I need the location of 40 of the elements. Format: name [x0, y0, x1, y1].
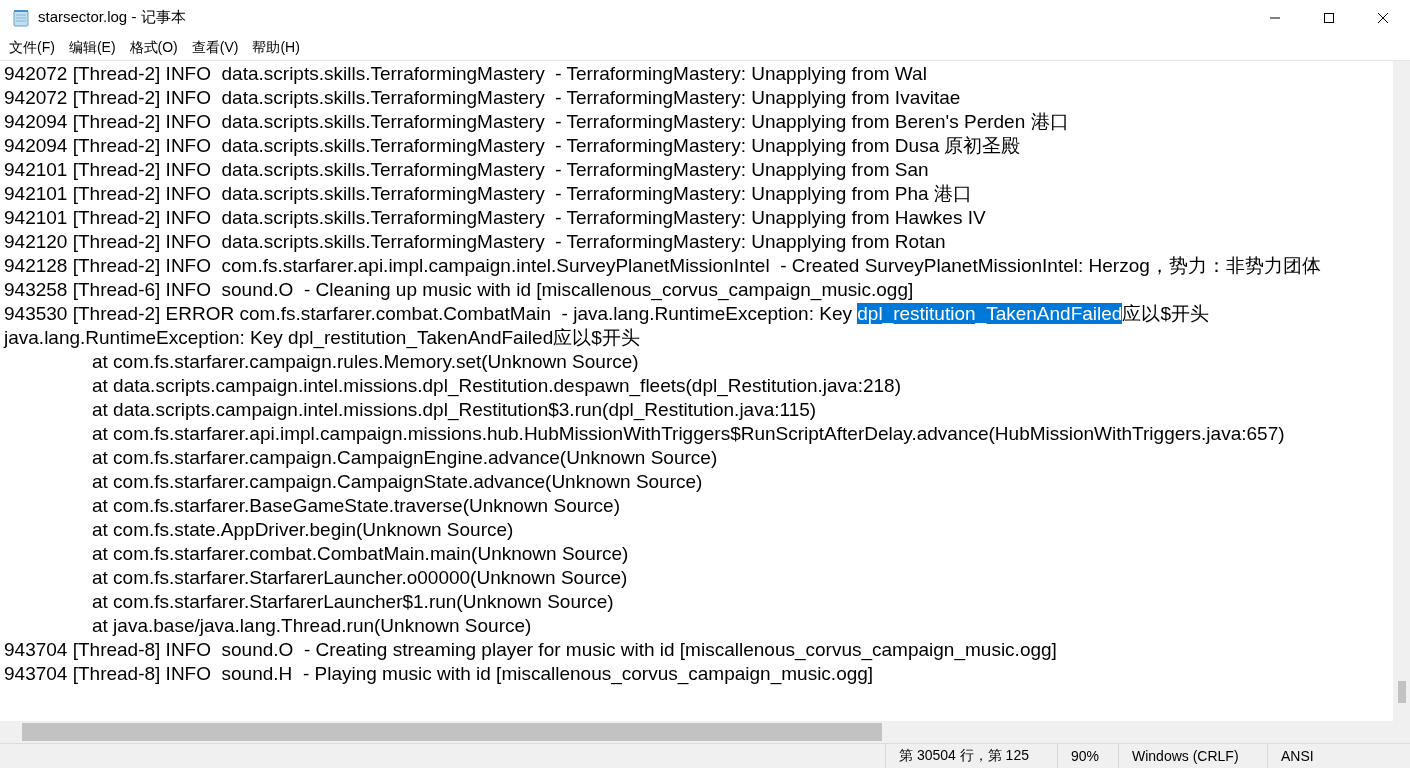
- log-line: at data.scripts.campaign.intel.missions.dpl_Restitution.despawn_fleets(dpl_Restitution.java:218): [91, 374, 902, 398]
- menu-item[interactable]: 格式(O): [122, 36, 185, 59]
- vertical-scrollbar[interactable]: [1393, 61, 1410, 721]
- log-line: java.lang.RuntimeException: Key dpl_restitution_TakenAndFailed应以$开头: [2, 326, 641, 350]
- log-line: 942101 [Thread-2] INFO data.scripts.skills.TerraformingMastery - TerraformingMastery: Unapplying from San: [3, 158, 930, 182]
- log-line: at com.fs.starfarer.BaseGameState.traverse(Unknown Source): [91, 494, 621, 518]
- log-line: at com.fs.starfarer.StarfarerLauncher.o00000(Unknown Source): [91, 566, 629, 590]
- zoom-level: 90%: [1071, 748, 1100, 764]
- cursor-position: 第 30504 行，第 125: [899, 747, 1029, 765]
- close-icon: [1377, 11, 1389, 24]
- log-line: at com.fs.starfarer.api.impl.campaign.missions.hub.HubMissionWithTriggers$RunScriptAfterDelay.advance(HubMissionWithTriggers.java:657): [91, 422, 1286, 446]
- log-line: 942072 [Thread-2] INFO data.scripts.skills.TerraformingMastery - TerraformingMastery: Unapplying from Wal: [3, 62, 928, 86]
- log-line: 943704 [Thread-8] INFO sound.H - Playing music with id [miscallenous_corvus_campaign_music.ogg]: [3, 662, 875, 686]
- log-line: at com.fs.starfarer.campaign.CampaignState.advance(Unknown Source): [91, 470, 704, 494]
- log-line: 943704 [Thread-8] INFO sound.O - Creating streaming player for music with id [miscallenous_corvus_campaign_music.ogg]: [3, 638, 1058, 662]
- log-line: 942094 [Thread-2] INFO data.scripts.skills.TerraformingMastery - TerraformingMastery: Unapplying from Beren's Perden 港口: [3, 110, 1070, 134]
- menu-item[interactable]: 查看(V): [184, 36, 246, 59]
- log-line: 942120 [Thread-2] INFO data.scripts.skills.TerraformingMastery - TerraformingMastery: Unapplying from Rotan: [3, 230, 947, 254]
- log-line: 942072 [Thread-2] INFO data.scripts.skills.TerraformingMastery - TerraformingMastery: Unapplying from Ivavitae: [3, 86, 962, 110]
- notepad-icon: [12, 8, 30, 27]
- log-line: at java.base/java.lang.Thread.run(Unknown Source): [91, 614, 533, 638]
- menu-item[interactable]: 文件(F): [2, 36, 62, 59]
- log-line: at com.fs.starfarer.campaign.rules.Memory.set(Unknown Source): [91, 350, 640, 374]
- log-line: 942101 [Thread-2] INFO data.scripts.skills.TerraformingMastery - TerraformingMastery: Unapplying from Hawkes IV: [3, 206, 987, 230]
- log-line: at data.scripts.campaign.intel.missions.dpl_Restitution$3.run(dpl_Restitution.java:115): [91, 398, 818, 422]
- line-ending: Windows (CRLF): [1132, 748, 1239, 764]
- log-line: 942101 [Thread-2] INFO data.scripts.skills.TerraformingMastery - TerraformingMastery: Unapplying from Pha 港口: [3, 182, 973, 206]
- log-line: 943258 [Thread-6] INFO sound.O - Cleaning up music with id [miscallenous_corvus_campaign_music.ogg]: [3, 278, 915, 302]
- encoding: ANSI: [1281, 748, 1314, 764]
- log-line: at com.fs.starfarer.StarfarerLauncher$1.run(Unknown Source): [91, 590, 615, 614]
- window-title: starsector.log - 记事本: [38, 8, 187, 27]
- log-line: at com.fs.starfarer.combat.CombatMain.main(Unknown Source): [91, 542, 630, 566]
- menu-item[interactable]: 帮助(H): [245, 36, 307, 59]
- log-line: 942094 [Thread-2] INFO data.scripts.skills.TerraformingMastery - TerraformingMastery: Unapplying from Dusa 原初圣殿: [3, 134, 1022, 158]
- horizontal-scrollbar[interactable]: [0, 721, 1410, 743]
- log-line: at com.fs.state.AppDriver.begin(Unknown Source): [91, 518, 515, 542]
- log-line: 942128 [Thread-2] INFO com.fs.starfarer.api.impl.campaign.intel.SurveyPlanetMissionIntel - Created SurveyPlanetMissionIntel: Herzog，势力：非势力团体: [3, 254, 1322, 278]
- maximize-icon: [1323, 11, 1335, 24]
- menu-item[interactable]: 编辑(E): [61, 36, 123, 59]
- log-line: at com.fs.starfarer.campaign.CampaignEngine.advance(Unknown Source): [91, 446, 719, 470]
